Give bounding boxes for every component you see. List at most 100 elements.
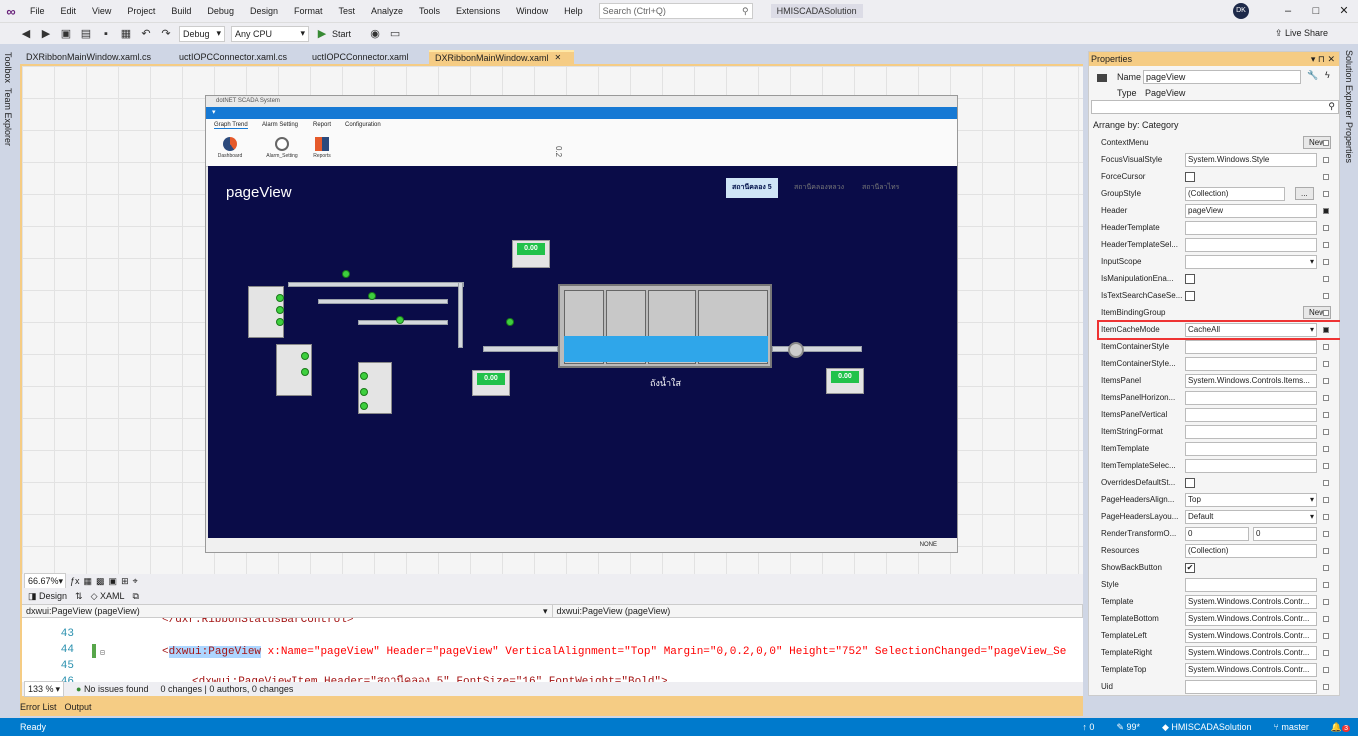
property-value[interactable] [1185, 220, 1317, 235]
effects-icon[interactable]: ⌖ [133, 576, 138, 587]
menu-item[interactable]: Design [242, 0, 286, 22]
property-value[interactable] [1185, 254, 1317, 269]
property-marker-icon[interactable] [1323, 241, 1329, 248]
formula-icon[interactable]: ƒx [70, 576, 80, 586]
property-value[interactable] [1185, 577, 1317, 592]
property-value[interactable]: (Collection) [1185, 186, 1285, 201]
property-marker-icon[interactable] [1323, 258, 1329, 265]
property-value[interactable]: System.Windows.Controls.Contr... [1185, 662, 1317, 677]
swap-panes-icon[interactable]: ⇅ [75, 591, 83, 602]
property-marker-icon[interactable] [1323, 411, 1329, 418]
station-tab[interactable]: สถานีลาไทร [856, 178, 905, 198]
property-marker-icon[interactable] [1323, 547, 1329, 554]
changes-label[interactable]: 0 changes | 0 authors, 0 changes [160, 684, 293, 694]
property-marker-icon[interactable] [1323, 275, 1329, 282]
start-button[interactable]: Start [332, 29, 351, 39]
artboard-icon[interactable]: ▣ [109, 576, 118, 587]
doc-tab-active[interactable]: DXRibbonMainWindow.xaml ✕ [429, 50, 574, 64]
property-marker-icon[interactable] [1323, 615, 1329, 622]
error-list-tab[interactable]: Error List [20, 702, 57, 712]
property-value[interactable]: System.Windows.Controls.Contr... [1185, 594, 1317, 609]
push-status[interactable]: ↑ 0 [1082, 722, 1094, 732]
arrange-by-dropdown[interactable]: Arrange by: Category [1093, 120, 1179, 130]
property-value[interactable] [1185, 237, 1317, 252]
pin-icon[interactable]: ▾ ⊓ ✕ [1311, 52, 1335, 66]
team-explorer-tab[interactable]: Team Explorer [3, 88, 13, 146]
maximize-icon[interactable]: □ [1302, 0, 1330, 22]
station-tab-selected[interactable]: สถานีคลอง 5 [726, 178, 778, 198]
doc-tab[interactable]: DXRibbonMainWindow.xaml.cs [20, 50, 170, 64]
ribbon-tab[interactable]: Report [313, 122, 331, 128]
doc-tab[interactable]: uctIOPCConnector.xaml [306, 50, 426, 64]
xaml-code-editor[interactable]: </dxr:RibbonStatusBarControl> 43 44 ⊟ <d… [22, 618, 1083, 682]
property-checkbox[interactable] [1185, 290, 1195, 301]
property-marker-icon[interactable] [1323, 343, 1329, 350]
property-value[interactable]: System.Windows.Controls.Items... [1185, 373, 1317, 388]
property-value[interactable]: System.Windows.Style [1185, 152, 1317, 167]
property-marker-icon[interactable] [1323, 377, 1329, 384]
menu-item[interactable]: Window [508, 0, 556, 22]
station-tab[interactable]: สถานีคลองหลวง [788, 178, 850, 198]
property-marker-icon[interactable] [1323, 683, 1329, 690]
grid-icon[interactable]: ▦ [84, 576, 93, 587]
events-icon[interactable]: ϟ [1325, 70, 1330, 80]
property-marker-icon[interactable] [1323, 292, 1329, 299]
property-marker-icon[interactable] [1323, 224, 1329, 231]
property-marker-icon[interactable] [1323, 649, 1329, 656]
pending-changes[interactable]: ✎ 99* [1116, 722, 1140, 733]
property-value[interactable]: (Collection) [1185, 543, 1317, 558]
visual-studio-logo-icon[interactable]: ∞ [0, 0, 22, 22]
property-marker-icon[interactable] [1323, 394, 1329, 401]
menu-item[interactable]: Tools [411, 0, 448, 22]
platform-dropdown[interactable]: Any CPU ▾ [231, 25, 309, 42]
snapline-icon[interactable]: ⊞ [121, 576, 129, 587]
properties-tab[interactable]: Properties [1344, 122, 1354, 163]
property-value[interactable] [1185, 424, 1317, 439]
live-share-button[interactable]: ⇪ Live Share [1275, 28, 1328, 39]
doc-tab[interactable]: uctIOPCConnector.xaml.cs [173, 50, 303, 64]
property-value[interactable] [1185, 390, 1317, 405]
ribbon-tab[interactable]: Alarm Setting [262, 122, 298, 128]
property-marker-icon[interactable] [1323, 513, 1329, 520]
snap-grid-icon[interactable]: ▩ [96, 576, 105, 587]
reports-button[interactable]: Reports [306, 137, 338, 159]
menu-item[interactable]: Project [119, 0, 163, 22]
menu-item[interactable]: Analyze [363, 0, 411, 22]
hmi-window-preview[interactable]: dotNET SCADA System ▾ Graph Trend Alarm … [205, 95, 958, 553]
back-icon[interactable]: ◀ [18, 26, 34, 42]
output-tab[interactable]: Output [65, 702, 92, 712]
solution-explorer-tab[interactable]: Solution Explorer [1344, 50, 1354, 119]
notifications[interactable]: 🔔 3 [1331, 722, 1350, 733]
property-value[interactable] [1185, 339, 1317, 354]
expand-pane-icon[interactable]: ⧉ [133, 591, 139, 602]
alarm-setting-button[interactable]: Alarm_Setting [266, 137, 298, 159]
config-dropdown[interactable]: Debug ▾ [179, 25, 225, 42]
search-input[interactable]: Search (Ctrl+Q) ⚲ [598, 3, 753, 19]
property-marker-icon[interactable] [1323, 156, 1329, 163]
property-value[interactable] [1185, 679, 1317, 694]
property-marker-icon[interactable] [1323, 530, 1329, 537]
page-view[interactable]: pageView สถานีคลอง 5 สถานีคลองหลวง สถานี… [208, 166, 957, 539]
property-marker-icon[interactable] [1323, 428, 1329, 435]
design-surface[interactable]: dotNET SCADA System ▾ Graph Trend Alarm … [22, 66, 1083, 574]
menu-item[interactable]: Extensions [448, 0, 508, 22]
wrench-icon[interactable]: 🔧 [1307, 70, 1318, 81]
menu-item[interactable]: Edit [53, 0, 85, 22]
save-all-icon[interactable]: ▦ [118, 26, 134, 42]
property-checkbox[interactable]: ✔ [1185, 562, 1195, 573]
issues-status[interactable]: ● No issues found [76, 684, 148, 694]
close-icon[interactable]: ✕ [1330, 0, 1358, 22]
open-icon[interactable]: ▤ [78, 26, 94, 42]
property-value[interactable]: Default [1185, 509, 1317, 524]
property-marker-icon[interactable] [1323, 598, 1329, 605]
property-marker-icon[interactable] [1323, 496, 1329, 503]
property-checkbox[interactable] [1185, 477, 1195, 488]
forward-icon[interactable]: ▶ [38, 26, 54, 42]
property-marker-icon[interactable] [1323, 564, 1329, 571]
property-marker-icon[interactable] [1323, 632, 1329, 639]
property-marker-icon[interactable] [1323, 462, 1329, 469]
menu-item[interactable]: File [22, 0, 53, 22]
branch-status[interactable]: ⑂ master [1273, 722, 1308, 732]
property-checkbox[interactable] [1185, 171, 1195, 182]
property-edit-button[interactable]: ... [1295, 187, 1314, 200]
